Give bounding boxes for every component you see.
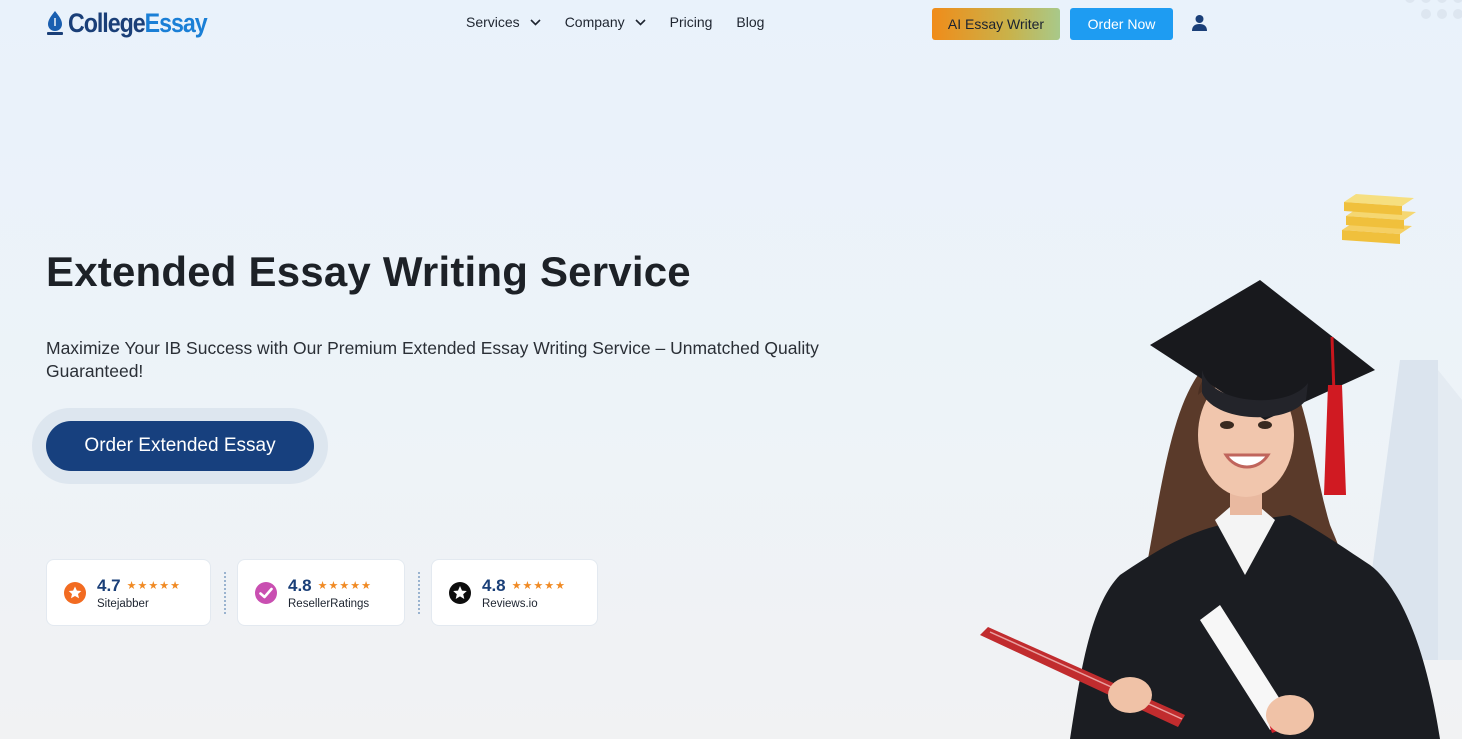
user-icon[interactable] <box>1191 14 1208 32</box>
nav-blog[interactable]: Blog <box>736 14 764 30</box>
site-logo[interactable]: CollegeEssay <box>46 8 229 38</box>
order-extended-essay-button[interactable]: Order Extended Essay <box>46 421 314 471</box>
rating-card-resellerratings[interactable]: 4.8 ★★★★★ ResellerRatings <box>237 559 405 626</box>
hero-subtitle: Maximize Your IB Success with Our Premiu… <box>46 338 819 381</box>
rating-stars: ★★★★★ <box>126 580 181 592</box>
rating-card-sitejabber[interactable]: 4.7 ★★★★★ Sitejabber <box>46 559 211 626</box>
books-icon <box>1342 194 1416 244</box>
rating-body: 4.8 ★★★★★ ResellerRatings <box>288 576 372 610</box>
rating-top: 4.8 ★★★★★ <box>482 576 566 596</box>
nav-company-label: Company <box>564 14 625 30</box>
logo-text: CollegeEssay <box>68 7 208 38</box>
decorative-dots <box>1405 0 1462 19</box>
main-nav: Services Company Pricing Blog <box>466 14 764 30</box>
divider <box>224 572 226 614</box>
chevron-down-icon <box>635 18 646 26</box>
rating-source-name: Reviews.io <box>482 597 538 610</box>
reviewsio-icon <box>449 581 471 604</box>
graduate-student-image <box>980 280 1440 739</box>
nav-company[interactable]: Company <box>565 14 646 30</box>
nav-services[interactable]: Services <box>466 14 541 30</box>
divider <box>418 572 420 614</box>
rating-score: 4.7 <box>97 575 121 595</box>
pen-nib-icon <box>47 11 63 35</box>
rating-score: 4.8 <box>288 575 312 595</box>
rating-source-name: ResellerRatings <box>288 597 370 610</box>
ai-essay-writer-button[interactable]: AI Essay Writer <box>932 8 1060 40</box>
nav-blog-label: Blog <box>736 14 765 30</box>
nav-pricing-label: Pricing <box>669 14 713 30</box>
rating-top: 4.8 ★★★★★ <box>288 576 372 596</box>
rating-body: 4.8 ★★★★★ Reviews.io <box>482 576 566 610</box>
rating-score: 4.8 <box>482 575 506 595</box>
page-title: Extended Essay Writing Service <box>46 248 691 295</box>
nav-pricing[interactable]: Pricing <box>670 14 713 30</box>
rating-body: 4.7 ★★★★★ Sitejabber <box>97 576 181 610</box>
rating-stars: ★★★★★ <box>317 580 372 592</box>
rating-top: 4.7 ★★★★★ <box>97 576 181 596</box>
nav-services-label: Services <box>466 14 520 30</box>
rating-stars: ★★★★★ <box>511 580 566 592</box>
order-now-button[interactable]: Order Now <box>1070 8 1173 40</box>
rating-card-reviewsio[interactable]: 4.8 ★★★★★ Reviews.io <box>431 559 598 626</box>
sitejabber-icon <box>64 581 86 604</box>
resellerratings-icon <box>255 581 277 604</box>
rating-source-name: Sitejabber <box>97 597 149 610</box>
chevron-down-icon <box>530 18 541 26</box>
